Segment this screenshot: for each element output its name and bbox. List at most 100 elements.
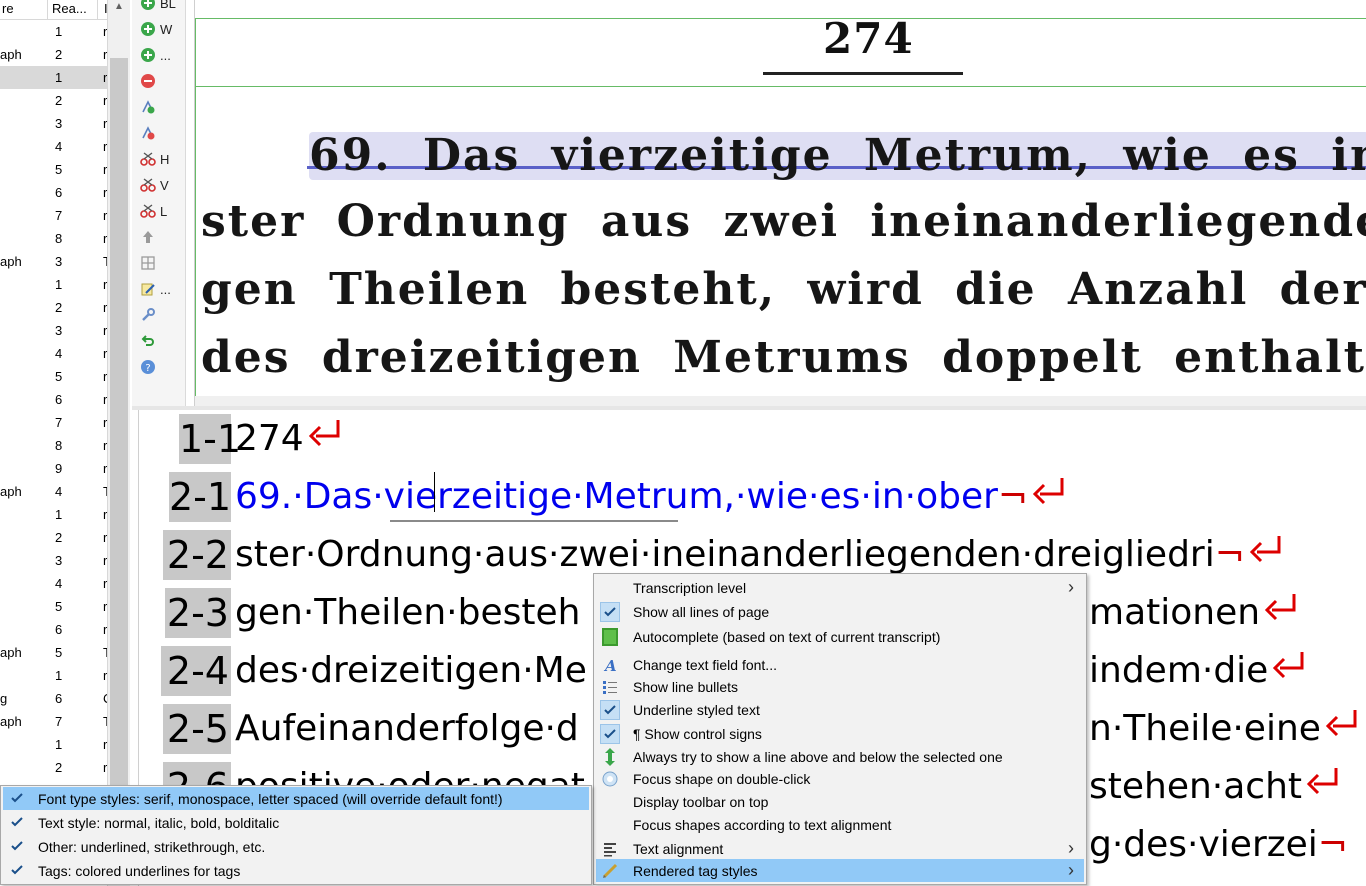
table-row[interactable]: 2r (0, 756, 107, 779)
line-break-icon (1247, 531, 1287, 581)
row-reading-order: 6 (55, 185, 63, 200)
table-row[interactable]: 1r (0, 503, 107, 526)
menu-item-label: Always try to show a line above and belo… (633, 748, 1003, 765)
menu-item-show-all-lines-of-page[interactable]: Show all lines of page (596, 600, 1084, 623)
column-header-reading-order[interactable]: Rea... (50, 0, 98, 20)
table-row[interactable]: 1r (0, 66, 107, 89)
table-row[interactable]: 1r (0, 20, 107, 43)
line-text[interactable]: des·dreizeitigen·Me (235, 646, 587, 696)
structure-table[interactable]: re Rea... I 1raph2r1r2r3r4r5r6r7r8raph3T… (0, 0, 108, 886)
menu-item-show-line-bullets[interactable]: Show line bullets (596, 675, 1084, 698)
table-row[interactable]: 4r (0, 342, 107, 365)
table-row[interactable]: 8r (0, 434, 107, 457)
table-row[interactable]: 4r (0, 135, 107, 158)
menu-item-display-toolbar-on-top[interactable]: Display toolbar on top (596, 790, 1084, 813)
row-reading-order: 5 (55, 369, 63, 384)
line-text-tail: mationen (1089, 588, 1302, 638)
remove-point-button[interactable] (140, 122, 186, 144)
undo-button[interactable] (140, 330, 186, 352)
menu-item-text-alignment[interactable]: Text alignment › (596, 837, 1084, 860)
menu-item-underline-styled-text[interactable]: Underline styled text (596, 698, 1084, 721)
table-row[interactable]: 2r (0, 526, 107, 549)
add-word-button[interactable]: W (140, 18, 186, 40)
split-line-button[interactable]: L (140, 200, 186, 222)
table-row[interactable]: 1r (0, 733, 107, 756)
table-row[interactable]: 2r (0, 89, 107, 112)
line-text[interactable]: 69.·Das·vierzeitige·Metrum,·wie·es·in·ob… (235, 472, 1070, 522)
add-point-button[interactable] (140, 96, 186, 118)
menu-item-autocomplete-based-on-text-of-current-transcript[interactable]: Autocomplete (based on text of current t… (596, 625, 1084, 648)
remove-shape-icon (141, 74, 155, 88)
table-row[interactable]: g6C (0, 687, 107, 710)
move-up-button[interactable] (140, 226, 186, 248)
table-row[interactable]: 3r (0, 549, 107, 572)
table-row[interactable]: aph3T (0, 250, 107, 273)
line-text-tail-content: mationen (1089, 592, 1261, 633)
submenu-item[interactable]: Font type styles: serif, monospace, lett… (3, 787, 589, 810)
table-row[interactable]: 6r (0, 388, 107, 411)
menu-item-change-text-field-font[interactable]: A Change text field font... (596, 653, 1084, 676)
table-row[interactable]: 7r (0, 204, 107, 227)
align-icon (600, 839, 620, 859)
submenu-item[interactable]: Other: underlined, strikethrough, etc. (3, 835, 589, 858)
table-row[interactable]: aph7T (0, 710, 107, 733)
table-row[interactable]: 5r (0, 365, 107, 388)
remove-shape-button[interactable] (140, 70, 186, 92)
table-row[interactable]: 5r (0, 158, 107, 181)
table-row[interactable]: aph5T (0, 641, 107, 664)
table-row[interactable]: aph4T (0, 480, 107, 503)
row-reading-order: 5 (55, 599, 63, 614)
row-reading-order: 3 (55, 254, 63, 269)
split-horizontal-button[interactable]: H (140, 148, 186, 170)
column-header-type[interactable]: re (0, 0, 48, 20)
split-vertical-button[interactable]: V (140, 174, 186, 196)
structure-table-scrollbar[interactable]: ▲ (108, 0, 130, 886)
table-row[interactable]: 1r (0, 664, 107, 687)
check-icon (7, 836, 27, 856)
table-row[interactable]: 7r (0, 411, 107, 434)
menu-item-focus-shape-on-double-click[interactable]: Focus shape on double-click (596, 767, 1084, 790)
table-icon (141, 256, 155, 270)
transcription-line[interactable]: 1-1 274 (139, 414, 1366, 468)
table-row[interactable]: 6r (0, 181, 107, 204)
edit-button[interactable]: ... (140, 278, 186, 300)
table-row[interactable]: 1r (0, 273, 107, 296)
add-baseline-button[interactable]: BL (140, 0, 186, 14)
table-row[interactable]: 9r (0, 457, 107, 480)
text-region-border (195, 18, 196, 406)
table-row[interactable]: 6r (0, 618, 107, 641)
submenu-item[interactable]: Tags: colored underlines for tags (3, 859, 589, 882)
line-text[interactable]: 274 (235, 414, 346, 464)
help-button[interactable]: ? (140, 356, 186, 378)
table-row[interactable]: 8r (0, 227, 107, 250)
line-text[interactable]: gen·Theilen·besteh (235, 588, 580, 638)
image-viewer-scrollbar[interactable] (195, 396, 1366, 406)
table-row[interactable]: 2r (0, 296, 107, 319)
page-image-viewer[interactable]: 274 69. Das vierzeitige Metrum, wie es i… (194, 0, 1366, 406)
menu-item-show-control-signs[interactable]: ¶ Show control signs (596, 722, 1084, 745)
table-row[interactable]: 3r (0, 112, 107, 135)
menu-item-label: Transcription level (633, 579, 747, 596)
scrollbar-thumb[interactable] (110, 58, 128, 878)
menu-item-focus-shapes-according-to-text-alignment[interactable]: Focus shapes according to text alignment (596, 813, 1084, 836)
menu-item-transcription-level[interactable]: Transcription level › (596, 576, 1084, 599)
row-reading-order: 4 (55, 346, 63, 361)
table-row[interactable]: 3r (0, 319, 107, 342)
menu-item-rendered-tag-styles[interactable]: Rendered tag styles › (596, 859, 1084, 882)
table-row[interactable]: aph 2 r (0, 43, 107, 66)
table-row[interactable]: 5r (0, 595, 107, 618)
transcription-line[interactable]: 2-1 69.·Das·vierzeitige·Metrum,·wie·es·in… (139, 472, 1366, 526)
menu-item-always-try-to-show-a-line-above-and-below-the-selected-one[interactable]: Always try to show a line above and belo… (596, 745, 1084, 768)
table-button[interactable] (140, 252, 186, 274)
line-text-tail-content: indem·die (1089, 650, 1269, 691)
chevron-right-icon: › (1068, 577, 1074, 597)
move-up-icon (143, 231, 153, 243)
scroll-up-arrow-icon[interactable]: ▲ (108, 0, 130, 16)
check-icon (600, 724, 620, 744)
wrench-button[interactable] (140, 304, 186, 326)
row-type: aph (0, 484, 22, 499)
line-text[interactable]: Aufeinanderfolge·d (235, 704, 579, 754)
table-row[interactable]: 4r (0, 572, 107, 595)
add-more-button[interactable]: ... (140, 44, 186, 66)
submenu-item[interactable]: Text style: normal, italic, bold, boldit… (3, 811, 589, 834)
